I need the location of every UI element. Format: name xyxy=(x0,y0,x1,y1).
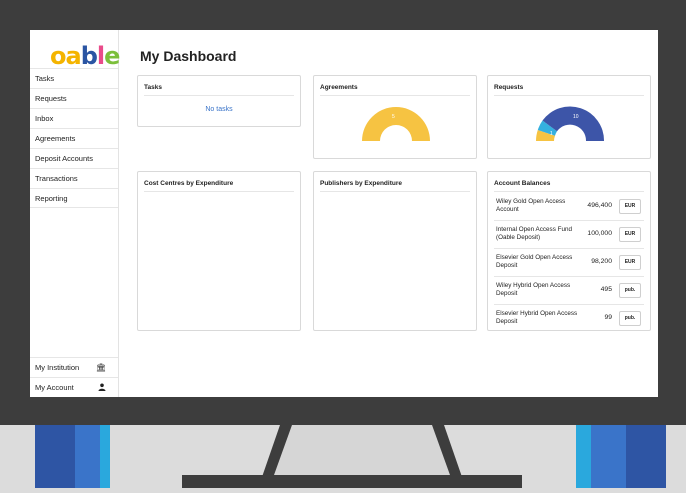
agreements-card: Agreements 5 xyxy=(313,75,477,159)
stripe xyxy=(576,425,591,488)
requests-card: Requests 1 10 xyxy=(487,75,651,159)
tasks-card: Tasks No tasks xyxy=(137,75,301,127)
divider xyxy=(320,95,470,96)
user-icon xyxy=(98,378,106,397)
monitor-stand xyxy=(182,425,522,488)
sidebar-nav: Tasks Requests Inbox Agreements Deposit … xyxy=(30,68,118,208)
divider xyxy=(144,95,294,96)
page-title: My Dashboard xyxy=(140,48,237,64)
sidebar-item-label: My Account xyxy=(35,383,74,392)
cost-centres-card: Cost Centres by Expenditure xyxy=(137,171,301,331)
sidebar-bottom-nav: My Institution 🏛 My Account xyxy=(30,357,118,397)
stripe xyxy=(100,425,110,488)
divider xyxy=(320,191,470,192)
stand-shape xyxy=(182,425,522,488)
currency-badge: EUR xyxy=(619,199,641,214)
app-screen: oable Tasks Requests Inbox Agreements De… xyxy=(30,30,658,397)
bg-stripes-bottom-right xyxy=(576,425,666,488)
account-name: Internal Open Access Fund (Oable Deposit… xyxy=(496,226,572,241)
balance-row[interactable]: Elsevier Gold Open Access Deposit 98,200… xyxy=(494,249,644,277)
card-title: Publishers by Expenditure xyxy=(320,180,402,187)
card-title: Agreements xyxy=(320,84,358,91)
stripe xyxy=(75,425,100,488)
app-logo[interactable]: oable xyxy=(50,42,120,70)
balance-row[interactable]: Internal Open Access Fund (Oable Deposit… xyxy=(494,221,644,249)
unit-badge: pub. xyxy=(619,283,641,298)
balance-row[interactable]: Wiley Hybrid Open Access Deposit 495 pub… xyxy=(494,277,644,305)
card-title: Account Balances xyxy=(494,180,551,187)
gauge-label: 1 xyxy=(550,131,553,137)
account-balances-card: Account Balances Wiley Gold Open Access … xyxy=(487,171,651,331)
account-amount: 495 xyxy=(600,286,612,293)
sidebar-item-tasks[interactable]: Tasks xyxy=(30,68,118,88)
sidebar-item-transactions[interactable]: Transactions xyxy=(30,168,118,188)
monitor-bezel: oable Tasks Requests Inbox Agreements De… xyxy=(0,0,686,425)
gauge-segment xyxy=(362,107,430,141)
agreements-gauge-chart[interactable] xyxy=(360,103,432,143)
sidebar-item-agreements[interactable]: Agreements xyxy=(30,128,118,148)
gauge-label: 10 xyxy=(573,114,579,120)
gauge-label: 5 xyxy=(392,114,395,120)
balance-row[interactable]: Elsevier Hybrid Open Access Deposit 99 p… xyxy=(494,305,644,333)
logo-letter: e xyxy=(104,42,120,70)
sidebar-item-requests[interactable]: Requests xyxy=(30,88,118,108)
currency-badge: EUR xyxy=(619,255,641,270)
sidebar-item-my-account[interactable]: My Account xyxy=(30,377,118,397)
sidebar-item-inbox[interactable]: Inbox xyxy=(30,108,118,128)
institution-icon: 🏛 xyxy=(95,363,106,372)
logo-letter: b xyxy=(80,42,98,70)
stripe xyxy=(591,425,626,488)
divider xyxy=(494,95,644,96)
divider xyxy=(144,191,294,192)
currency-badge: EUR xyxy=(619,227,641,242)
divider xyxy=(494,191,644,192)
account-amount: 98,200 xyxy=(591,258,612,265)
publishers-card: Publishers by Expenditure xyxy=(313,171,477,331)
account-name: Elsevier Hybrid Open Access Deposit xyxy=(496,310,578,325)
sidebar: oable Tasks Requests Inbox Agreements De… xyxy=(30,30,120,397)
sidebar-item-label: My Institution xyxy=(35,363,80,372)
logo-letter: a xyxy=(65,42,82,70)
requests-gauge-chart[interactable] xyxy=(534,103,606,143)
bg-stripes-bottom-left xyxy=(35,425,110,488)
account-amount: 496,400 xyxy=(587,202,612,209)
card-title: Cost Centres by Expenditure xyxy=(144,180,234,187)
sidebar-item-deposit-accounts[interactable]: Deposit Accounts xyxy=(30,148,118,168)
account-name: Elsevier Gold Open Access Deposit xyxy=(496,254,573,269)
sidebar-item-my-institution[interactable]: My Institution 🏛 xyxy=(30,357,118,377)
account-amount: 99 xyxy=(604,314,612,321)
account-name: Wiley Gold Open Access Account xyxy=(496,198,566,213)
no-tasks-message: No tasks xyxy=(205,106,233,113)
account-amount: 100,000 xyxy=(587,230,612,237)
card-title: Requests xyxy=(494,84,524,91)
stripe xyxy=(35,425,75,488)
card-title: Tasks xyxy=(144,84,162,91)
sidebar-item-reporting[interactable]: Reporting xyxy=(30,188,118,208)
balance-row[interactable]: Wiley Gold Open Access Account 496,400 E… xyxy=(494,193,644,221)
stripe xyxy=(626,425,666,488)
unit-badge: pub. xyxy=(619,311,641,326)
logo-letter: o xyxy=(50,42,66,70)
account-name: Wiley Hybrid Open Access Deposit xyxy=(496,282,571,297)
